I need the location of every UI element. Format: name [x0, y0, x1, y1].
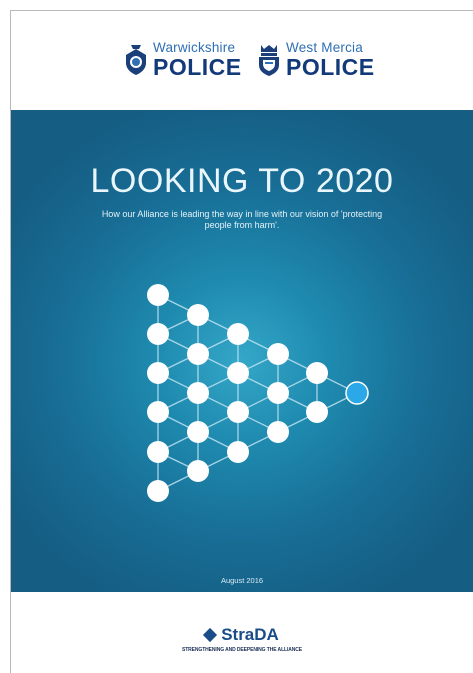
warwickshire-name: Warwickshire [153, 40, 236, 55]
warwickshire-crest-icon [126, 44, 146, 75]
cover-panel: LOOKING TO 2020 How our Alliance is lead… [11, 110, 473, 592]
warwickshire-police-logo: Warwickshire POLICE [123, 41, 242, 79]
strada-tagline: STRENGTHENING AND DEEPENING THE ALLIANCE [181, 647, 303, 653]
header: Warwickshire POLICE West Mercia POLICE [11, 11, 473, 110]
west-mercia-police-word: POLICE [286, 53, 375, 80]
strada-logo: StraDA [11, 625, 473, 645]
west-mercia-name: West Mercia [286, 40, 363, 55]
footer: StraDA STRENGTHENING AND DEEPENING THE A… [11, 592, 473, 673]
west-mercia-crest-icon [259, 44, 279, 76]
warwickshire-police-word: POLICE [153, 53, 242, 80]
strada-brand: StraDA [221, 625, 279, 644]
network-accent-node [345, 381, 369, 405]
cover-date: August 2016 [220, 576, 264, 585]
network-graphic [147, 284, 369, 502]
west-mercia-police-logo: West Mercia POLICE [256, 41, 375, 79]
diamond-icon [203, 627, 218, 643]
